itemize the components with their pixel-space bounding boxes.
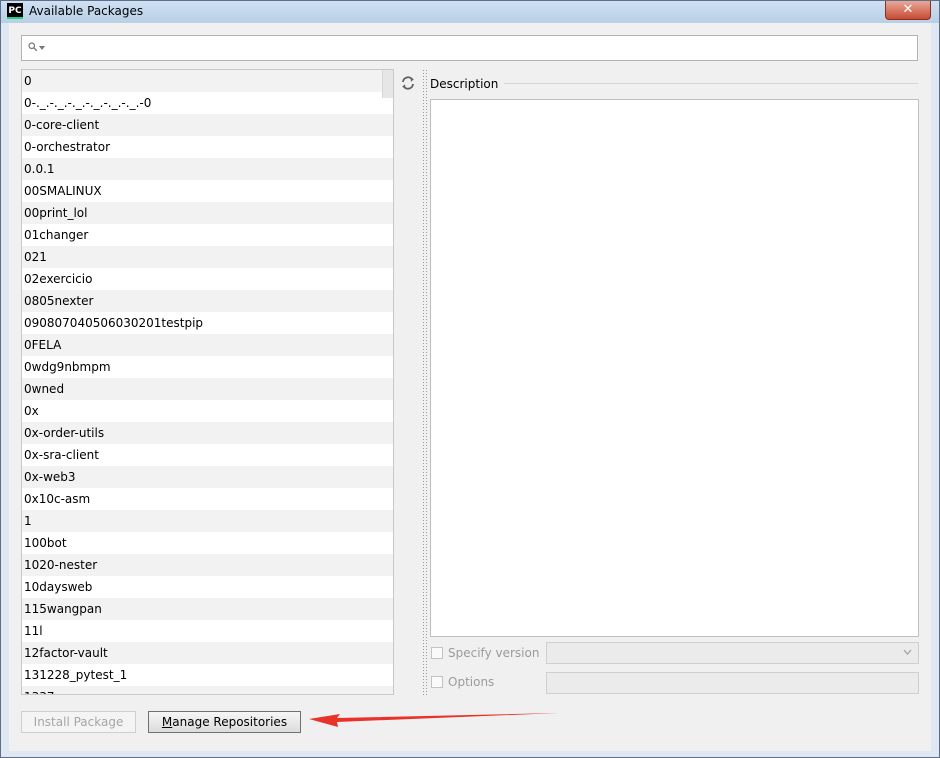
package-list-item[interactable]: 0x xyxy=(22,400,393,422)
install-package-button[interactable]: Install Package xyxy=(21,711,136,733)
package-list-item[interactable]: 0wdg9nbmpm xyxy=(22,356,393,378)
chevron-down-icon xyxy=(903,649,912,655)
version-select[interactable] xyxy=(546,642,919,664)
search-icon xyxy=(28,42,38,52)
package-list-scrollbar-thumb[interactable] xyxy=(382,70,393,98)
package-list-item[interactable]: 1 xyxy=(22,510,393,532)
title-bar[interactable]: PC Available Packages ✕ xyxy=(1,1,939,23)
close-button[interactable]: ✕ xyxy=(885,1,931,20)
available-packages-window: PC Available Packages ✕ 0 0-._.-._.-._.-.… xyxy=(0,0,940,758)
package-list-item[interactable]: 1020-nester xyxy=(22,554,393,576)
package-list-item[interactable]: 0805nexter xyxy=(22,290,393,312)
red-arrow-annotation xyxy=(309,713,559,727)
package-list-item[interactable]: 00print_lol xyxy=(22,202,393,224)
package-list-item[interactable]: 0x-sra-client xyxy=(22,444,393,466)
package-list-item[interactable]: 100bot xyxy=(22,532,393,554)
description-label: Description xyxy=(430,77,505,91)
package-list-item[interactable]: 0x10c-asm xyxy=(22,488,393,510)
options-checkbox[interactable] xyxy=(431,676,443,688)
package-list-item[interactable]: 0-orchestrator xyxy=(22,136,393,158)
description-divider xyxy=(495,83,918,84)
package-list-item[interactable]: 0 xyxy=(22,70,393,92)
package-list-item[interactable]: 090807040506030201testpip xyxy=(22,312,393,334)
specify-version-label: Specify version xyxy=(448,646,540,660)
specify-version-checkbox[interactable] xyxy=(431,647,443,659)
package-list-item[interactable]: 0FELA xyxy=(22,334,393,356)
search-dropdown-icon[interactable] xyxy=(39,46,45,50)
dialog-content: 0 0-._.-._.-._.-._.-._.-._.-0 0-core-clien… xyxy=(9,23,931,751)
manage-repositories-button[interactable]: Manage Repositories xyxy=(148,711,301,733)
options-label: Options xyxy=(448,675,495,689)
package-list[interactable]: 0 0-._.-._.-._.-._.-._.-._.-0 0-core-clien… xyxy=(21,69,394,695)
package-list-item[interactable]: 01changer xyxy=(22,224,393,246)
package-list-item[interactable]: 021 xyxy=(22,246,393,268)
package-list-item[interactable]: 131228_pytest_1 xyxy=(22,664,393,686)
package-list-item[interactable]: 0-._.-._.-._.-._.-._.-._.-0 xyxy=(22,92,393,114)
window-title: Available Packages xyxy=(29,4,144,18)
package-list-item[interactable]: 10daysweb xyxy=(22,576,393,598)
pycharm-app-icon: PC xyxy=(7,3,23,19)
package-list-item[interactable]: 00SMALINUX xyxy=(22,180,393,202)
panel-splitter[interactable] xyxy=(422,69,427,695)
package-list-item[interactable]: 115wangpan xyxy=(22,598,393,620)
refresh-toolbar xyxy=(395,69,421,695)
package-list-item[interactable]: 0x-order-utils xyxy=(22,422,393,444)
package-list-item[interactable]: 0-core-client xyxy=(22,114,393,136)
package-list-item[interactable]: 0.0.1 xyxy=(22,158,393,180)
description-panel xyxy=(430,99,919,637)
package-list-item[interactable]: 11l xyxy=(22,620,393,642)
package-list-item[interactable]: 02exercicio xyxy=(22,268,393,290)
package-list-item[interactable]: 0x-web3 xyxy=(22,466,393,488)
options-input[interactable] xyxy=(546,672,919,694)
package-list-item[interactable]: 0wned xyxy=(22,378,393,400)
package-list-item[interactable]: 12factor-vault xyxy=(22,642,393,664)
refresh-icon[interactable] xyxy=(400,75,416,91)
package-list-item[interactable]: 1337 xyxy=(22,686,393,694)
package-search-input[interactable] xyxy=(21,35,918,61)
